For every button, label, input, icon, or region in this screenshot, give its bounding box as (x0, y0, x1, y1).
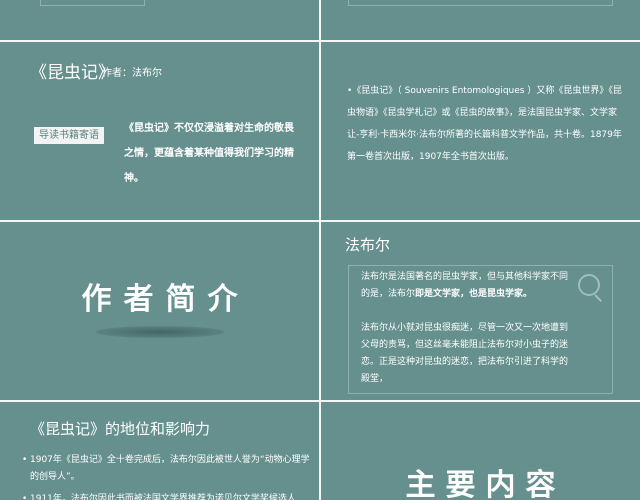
frame-decoration (40, 0, 145, 6)
section-title: 主要内容 (405, 468, 566, 500)
search-icon-handle (594, 294, 603, 303)
slide-intro: 《昆虫记》 作者：法布尔 导读书籍寄语 《昆虫记》不仅仅浸溢着对生命的敬畏之情，… (0, 42, 319, 220)
book-description: •《昆虫记》（ Souvenirs Entomologiques ）又称《昆虫世… (347, 86, 622, 162)
list-item: 1911年，法布尔因此书而被法国文学界推荐为诺贝尔文学奖候选人 (22, 491, 312, 500)
slide-book-info: •《昆虫记》（ Souvenirs Entomologiques ）又称《昆虫世… (321, 42, 640, 220)
title-shadow (96, 326, 224, 338)
list-item: 1907年《昆虫记》全十卷完成后，法布尔因此被世人誉为“动物心理学的创导人”。 (22, 452, 312, 486)
bio-paragraph-1: 法布尔是法国著名的昆虫学家，但与其他科学家不同的是，法布尔即是文学家，也是昆虫学… (361, 269, 573, 303)
bio-paragraph-1-bold: 即是文学家，也是昆虫学家。 (415, 289, 533, 299)
slide-status: 《昆虫记》的地位和影响力 1907年《昆虫记》全十卷完成后，法布尔因此被世人誉为… (0, 402, 319, 500)
guide-badge: 导读书籍寄语 (34, 127, 104, 144)
slide-top-left (0, 0, 319, 40)
slide-fabre: 法布尔 法布尔是法国著名的昆虫学家，但与其他科学家不同的是，法布尔即是文学家，也… (321, 222, 640, 400)
slide-section-author: 作者简介 (0, 222, 319, 400)
status-title: 《昆虫记》的地位和影响力 (30, 420, 211, 438)
slide-top-right (321, 0, 640, 40)
slide-section-content: 主要内容 (321, 402, 640, 500)
search-icon-circle (578, 274, 600, 296)
fabre-title: 法布尔 (345, 236, 391, 254)
status-list: 1907年《昆虫记》全十卷完成后，法布尔因此被世人誉为“动物心理学的创导人”。 … (22, 452, 312, 500)
section-title: 作者简介 (81, 282, 250, 317)
author-label: 作者：法布尔 (102, 68, 162, 79)
bio-box: 法布尔是法国著名的昆虫学家，但与其他科学家不同的是，法布尔即是文学家，也是昆虫学… (348, 265, 613, 394)
bio-paragraph-2: 法布尔从小就对昆虫很痴迷，尽管一次又一次地遭到父母的责骂，但这丝毫未能阻止法布尔… (361, 323, 569, 384)
intro-quote: 《昆虫记》不仅仅浸溢着对生命的敬畏之情，更蕴含着某种值得我们学习的精神。 (124, 123, 294, 184)
frame-decoration (348, 0, 613, 6)
